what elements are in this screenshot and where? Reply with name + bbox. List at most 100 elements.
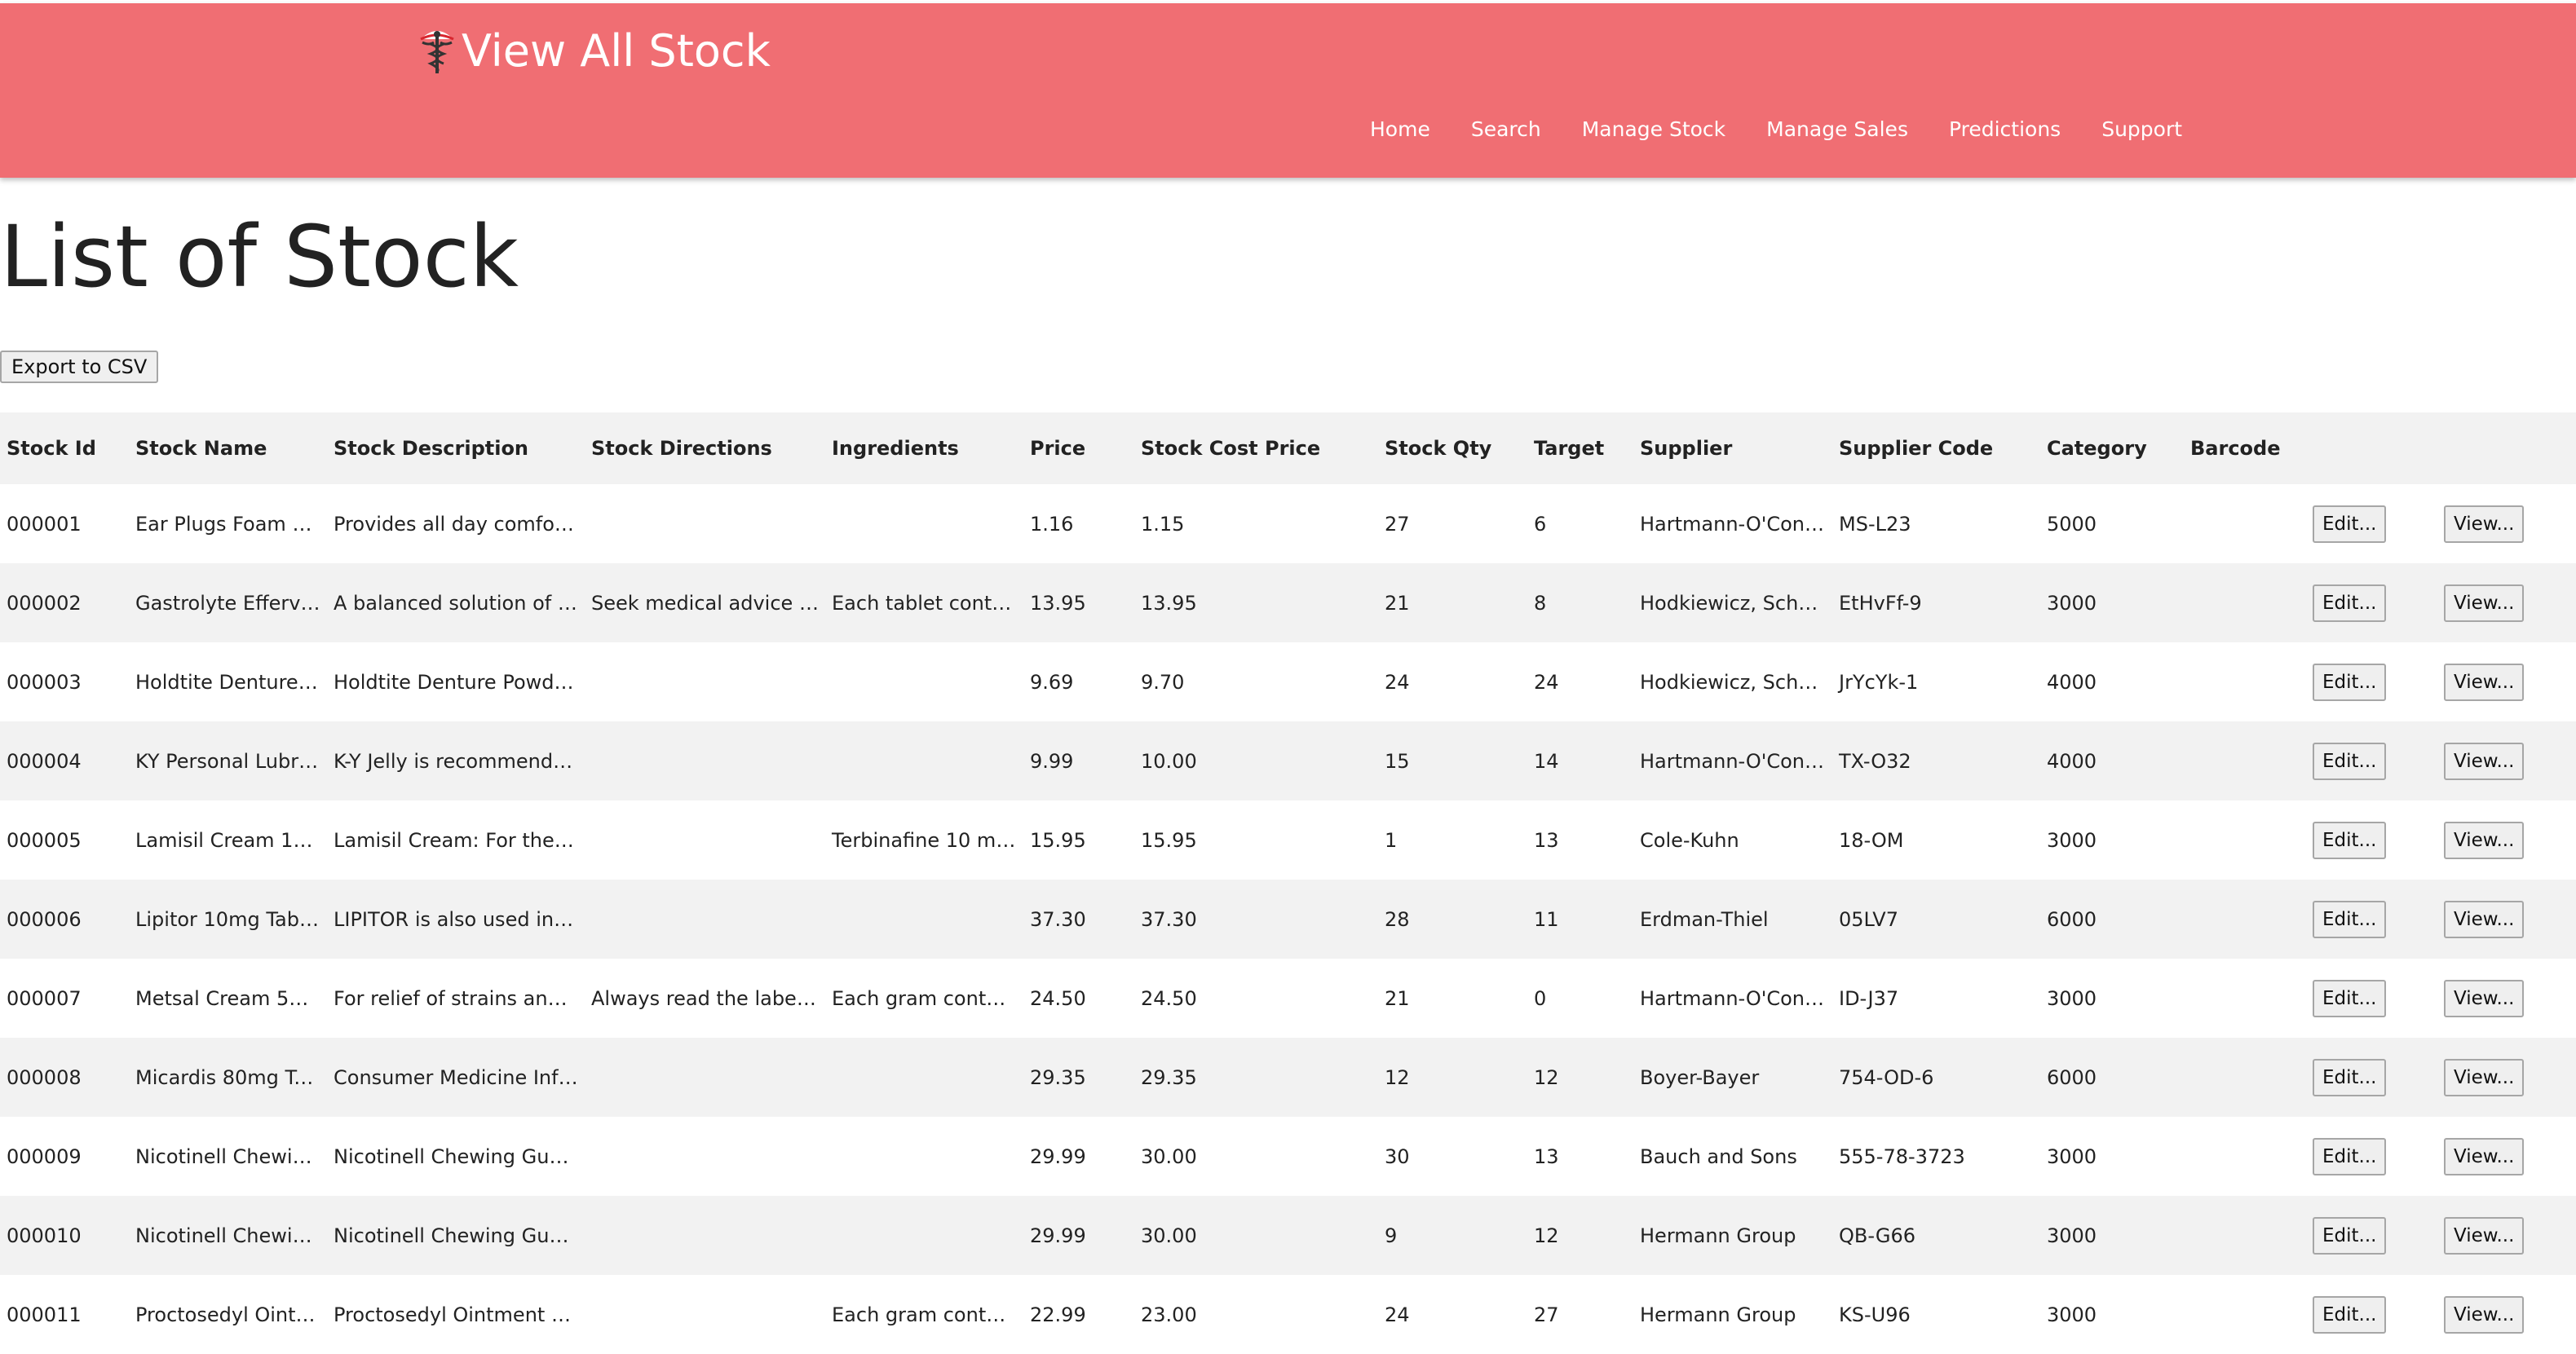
cell-category: 3000: [2047, 591, 2097, 615]
cell-price: 22.99: [1030, 1303, 1086, 1326]
cell-stock-qty: 21: [1385, 986, 1410, 1010]
cell-stock-directions: [585, 1196, 825, 1275]
cell-target: 12: [1534, 1065, 1559, 1089]
cell-edit-action: Edit...: [2306, 880, 2437, 959]
main-nav: Home Search Manage Stock Manage Sales Pr…: [1370, 117, 2223, 141]
nav-search[interactable]: Search: [1471, 117, 1541, 141]
cell-stock-description: Consumer Medicine Infor...: [334, 1065, 585, 1089]
cell-ingredients: [825, 642, 1023, 721]
table-row: 000011 Proctosedyl Ointm... Proctosedyl Oi…: [0, 1275, 2576, 1354]
cell-stock-cost-price: 10.00: [1141, 749, 1197, 773]
view-button[interactable]: View...: [2444, 742, 2525, 780]
nav-manage-stock[interactable]: Manage Stock: [1582, 117, 1725, 141]
table-row: 000004 KY Personal Lubric... K-Y Jelly is …: [0, 721, 2576, 800]
cell-supplier: Hartmann-O'Connell: [1640, 512, 1832, 536]
cell-edit-action: Edit...: [2306, 1275, 2437, 1354]
column-header: [2437, 412, 2576, 484]
cell-supplier-code: KS-U96: [1839, 1303, 1911, 1326]
cell-stock-id: 000001: [7, 512, 82, 536]
cell-supplier: Hermann Group: [1640, 1303, 1796, 1326]
cell-price: 15.95: [1030, 828, 1086, 852]
export-csv-button[interactable]: Export to CSV: [0, 351, 159, 383]
view-button[interactable]: View...: [2444, 505, 2525, 543]
edit-button[interactable]: Edit...: [2313, 979, 2387, 1017]
cell-category: 3000: [2047, 986, 2097, 1010]
table-row: 000009 Nicotinell Chewing ... Nicotinell C…: [0, 1117, 2576, 1196]
table-row: 000005 Lamisil Cream 15g ... Lamisil Cream…: [0, 800, 2576, 880]
cell-ingredients: Terbinafine 10 mg/...: [832, 828, 1023, 852]
view-button[interactable]: View...: [2444, 1216, 2525, 1255]
edit-button[interactable]: Edit...: [2313, 742, 2387, 780]
cell-edit-action: Edit...: [2306, 800, 2437, 880]
cell-barcode: [2184, 563, 2306, 642]
cell-stock-name: Lamisil Cream 15g ...: [135, 828, 327, 852]
cell-ingredients: [825, 1038, 1023, 1117]
edit-button[interactable]: Edit...: [2313, 584, 2387, 622]
column-header: Category: [2040, 412, 2184, 484]
table-row: 000001 Ear Plugs Foam 1 P... Provides all …: [0, 484, 2576, 563]
cell-ingredients: Each gram contain...: [832, 1303, 1023, 1326]
view-button[interactable]: View...: [2444, 1137, 2525, 1175]
view-button[interactable]: View...: [2444, 663, 2525, 701]
cell-stock-description: Nicotinell Chewing Gum 2...: [334, 1145, 585, 1168]
column-header: Stock Directions: [585, 412, 825, 484]
edit-button[interactable]: Edit...: [2313, 821, 2387, 859]
edit-button[interactable]: Edit...: [2313, 1295, 2387, 1334]
view-button[interactable]: View...: [2444, 821, 2525, 859]
view-button[interactable]: View...: [2444, 979, 2525, 1017]
cell-edit-action: Edit...: [2306, 484, 2437, 563]
cell-stock-qty: 30: [1385, 1145, 1410, 1168]
cell-category: 3000: [2047, 828, 2097, 852]
edit-button[interactable]: Edit...: [2313, 900, 2387, 938]
cell-supplier-code: EtHvFf-9: [1839, 591, 1922, 615]
cell-stock-name: Nicotinell Chewing ...: [135, 1145, 327, 1168]
cell-ingredients: [825, 1196, 1023, 1275]
cell-view-action: View...: [2437, 1038, 2576, 1117]
cell-ingredients: Each tablet contain...: [832, 591, 1023, 615]
view-button[interactable]: View...: [2444, 1058, 2525, 1096]
cell-view-action: View...: [2437, 484, 2576, 563]
cell-category: 3000: [2047, 1145, 2097, 1168]
cell-stock-id: 000010: [7, 1224, 82, 1247]
cell-view-action: View...: [2437, 1117, 2576, 1196]
nav-home[interactable]: Home: [1370, 117, 1430, 141]
edit-button[interactable]: Edit...: [2313, 1058, 2387, 1096]
cell-ingredients: [825, 721, 1023, 800]
cell-supplier: Hodkiewicz, Schup...: [1640, 670, 1832, 694]
cell-edit-action: Edit...: [2306, 1038, 2437, 1117]
nav-predictions[interactable]: Predictions: [1949, 117, 2061, 141]
edit-button[interactable]: Edit...: [2313, 1216, 2387, 1255]
cell-view-action: View...: [2437, 1275, 2576, 1354]
cell-price: 29.99: [1030, 1224, 1086, 1247]
cell-stock-name: Proctosedyl Ointm...: [135, 1303, 327, 1326]
edit-button[interactable]: Edit...: [2313, 1137, 2387, 1175]
view-button[interactable]: View...: [2444, 900, 2525, 938]
cell-stock-description: K-Y Jelly is recommended...: [334, 749, 585, 773]
table-row: 000006 Lipitor 10mg Tablet... LIPITOR is a…: [0, 880, 2576, 959]
cell-barcode: [2184, 880, 2306, 959]
cell-stock-cost-price: 30.00: [1141, 1145, 1197, 1168]
nav-manage-sales[interactable]: Manage Sales: [1766, 117, 1908, 141]
nav-support[interactable]: Support: [2101, 117, 2182, 141]
view-button[interactable]: View...: [2444, 1295, 2525, 1334]
cell-stock-directions: Seek medical advice if y...: [591, 591, 825, 615]
column-header: Ingredients: [825, 412, 1023, 484]
column-header: Supplier: [1633, 412, 1832, 484]
cell-supplier-code: 18-OM: [1839, 828, 1904, 852]
cell-stock-directions: [585, 1275, 825, 1354]
column-header: Stock Id: [0, 412, 129, 484]
cell-barcode: [2184, 484, 2306, 563]
column-header: Stock Name: [129, 412, 327, 484]
view-button[interactable]: View...: [2444, 584, 2525, 622]
cell-view-action: View...: [2437, 721, 2576, 800]
cell-stock-qty: 27: [1385, 512, 1410, 536]
edit-button[interactable]: Edit...: [2313, 505, 2387, 543]
edit-button[interactable]: Edit...: [2313, 663, 2387, 701]
cell-supplier-code: QB-G66: [1839, 1224, 1916, 1247]
cell-stock-cost-price: 30.00: [1141, 1224, 1197, 1247]
cell-stock-id: 000003: [7, 670, 82, 694]
cell-stock-description: Lamisil Cream: For the tre...: [334, 828, 585, 852]
cell-ingredients: Each gram contain...: [832, 986, 1023, 1010]
cell-price: 13.95: [1030, 591, 1086, 615]
cell-stock-name: Metsal Cream 500g: [135, 986, 327, 1010]
